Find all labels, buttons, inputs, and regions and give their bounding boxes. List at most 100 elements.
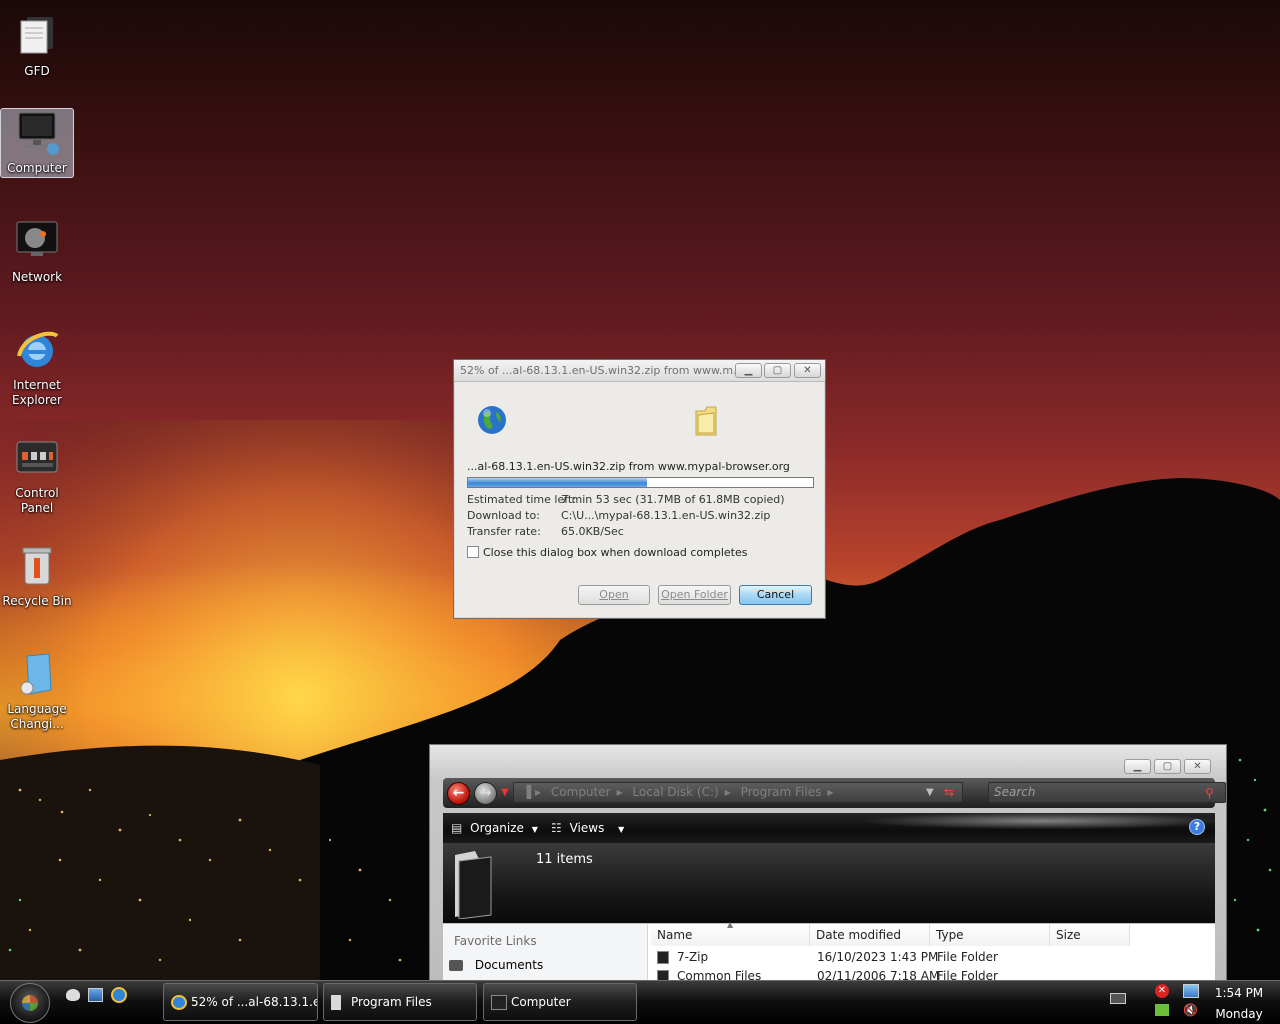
desktop-icon-control-panel[interactable]: Control Panel — [0, 434, 74, 516]
keyboard-icon[interactable] — [1110, 993, 1126, 1004]
transfer-rate-value: 65.0KB/Sec — [561, 525, 624, 538]
close-when-complete-checkbox[interactable] — [467, 546, 479, 558]
help-icon[interactable]: ? — [1189, 819, 1205, 835]
taskbar-button-label: Program Files — [351, 995, 432, 1009]
toolbar-highlight — [743, 813, 1215, 843]
taskbar-button-computer[interactable]: Computer — [483, 983, 637, 1021]
start-button[interactable] — [10, 983, 50, 1023]
language-changer-icon — [13, 650, 61, 698]
desktop-icon-network[interactable]: Network — [0, 218, 74, 285]
open-folder-button[interactable]: Open Folder — [658, 585, 731, 605]
taskbar-button-label: Computer — [511, 995, 571, 1009]
back-button[interactable]: ← — [447, 782, 470, 805]
column-type-label: Type — [936, 928, 964, 942]
quick-launch-switch-windows-icon[interactable] — [88, 988, 103, 1002]
globe-icon — [476, 404, 508, 436]
column-name-label: Name — [657, 928, 693, 942]
column-header-size[interactable]: Size — [1050, 924, 1130, 946]
folder-icon — [449, 849, 497, 920]
download-dialog: 52% of ...al-68.13.1.en-US.win32.zip fro… — [453, 359, 826, 619]
explorer-close-button[interactable]: ✕ — [1184, 759, 1211, 774]
views-label: Views — [569, 821, 605, 835]
taskbar: 52% of ...al-68.13.1.e... Program Files … — [0, 980, 1280, 1024]
minimize-button[interactable]: ▁ — [735, 363, 762, 378]
row-name: 7-Zip — [677, 950, 709, 964]
internet-explorer-icon — [13, 326, 61, 374]
favorite-link-documents[interactable]: Documents — [449, 958, 543, 972]
row-date: 16/10/2023 1:43 PM — [817, 950, 939, 964]
organize-label: Organize — [470, 821, 524, 835]
column-header-date-modified[interactable]: Date modified — [810, 924, 930, 946]
breadcrumb-item[interactable]: Program Files — [741, 785, 822, 799]
maximize-button[interactable]: ▢ — [764, 363, 791, 378]
sort-ascending-icon: ▲ — [727, 920, 734, 929]
desktop-icon-label: GFD — [24, 64, 50, 78]
content-area: Favorite Links Documents Name ▲ Date mod… — [443, 920, 1215, 981]
estimated-time-label: Estimated time left: — [467, 493, 576, 506]
desktop-icon-computer[interactable]: Computer — [0, 108, 74, 178]
folder-icon — [657, 951, 669, 964]
favorite-links-heading: Favorite Links — [454, 934, 537, 948]
estimated-time-value: 7 min 53 sec (31.7MB of 61.8MB copied) — [561, 493, 785, 506]
table-row[interactable]: 7-Zip 16/10/2023 1:43 PM File Folder — [651, 949, 1211, 967]
organize-button[interactable]: ▤ Organize ▼ — [451, 813, 538, 843]
open-button-label: Open — [599, 588, 629, 601]
quick-launch-show-desktop-icon[interactable] — [66, 989, 80, 1001]
recycle-bin-icon — [13, 542, 61, 590]
explorer-maximize-button[interactable]: ▢ — [1154, 759, 1181, 774]
breadcrumb-item[interactable]: Computer — [551, 785, 611, 799]
clock[interactable]: 1:54 PM Monday — [1204, 983, 1274, 1024]
desktop-icon-label: Computer — [7, 161, 67, 175]
download-dialog-titlebar[interactable]: 52% of ...al-68.13.1.en-US.win32.zip fro… — [454, 360, 825, 382]
computer-icon — [491, 995, 507, 1010]
folder-icon — [331, 995, 341, 1010]
taskbar-button-download[interactable]: 52% of ...al-68.13.1.e... — [163, 983, 318, 1021]
favorite-link-label: Documents — [474, 958, 544, 972]
explorer-minimize-button[interactable]: ▁ — [1124, 759, 1151, 774]
breadcrumb[interactable]: ▐ ▸ Computer ▸ Local Disk (C:) ▸ Program F… — [513, 782, 963, 803]
address-bar: ← → ▼ ▐ ▸ Computer ▸ Local Disk (C:) ▸ Pro… — [443, 778, 1226, 808]
forward-button[interactable]: → — [474, 782, 497, 805]
address-dropdown-icon[interactable]: ▼ — [926, 783, 934, 802]
desktop-icon-language-changer[interactable]: Language Changi... — [0, 650, 74, 732]
close-button[interactable]: ✕ — [794, 363, 821, 378]
item-count: 11 items — [536, 852, 593, 867]
clock-day: Monday — [1215, 1007, 1263, 1021]
search-input[interactable]: Search — [988, 782, 1226, 803]
column-date-label: Date modified — [816, 928, 902, 942]
chevron-right-icon[interactable]: ▸ — [725, 785, 731, 799]
navigation-pane: Favorite Links Documents — [443, 924, 648, 981]
clock-time: 1:54 PM — [1214, 986, 1264, 1000]
search-icon[interactable]: ⚲ — [1205, 786, 1214, 800]
folder-icon — [693, 405, 719, 437]
open-button[interactable]: Open — [578, 585, 650, 605]
chevron-right-icon[interactable]: ▸ — [617, 785, 623, 799]
breadcrumb-item[interactable]: Local Disk (C:) — [632, 785, 718, 799]
desktop-icon-label: Network — [11, 270, 63, 284]
desktop-icon-recycle-bin[interactable]: Recycle Bin — [0, 542, 74, 609]
column-header-type[interactable]: Type — [930, 924, 1050, 946]
row-type: File Folder — [937, 950, 998, 964]
download-progress-bar — [467, 477, 814, 488]
safely-remove-icon[interactable] — [1155, 1004, 1169, 1016]
desktop-icon-label: Language Changi... — [7, 702, 67, 731]
history-dropdown-icon[interactable]: ▼ — [501, 787, 509, 798]
column-size-label: Size — [1056, 928, 1081, 942]
refresh-icon[interactable]: ⇆ — [944, 783, 954, 802]
views-icon: ☷ — [551, 821, 562, 835]
close-when-complete-label[interactable]: Close this dialog box when download comp… — [483, 546, 747, 559]
download-dialog-title: 52% of ...al-68.13.1.en-US.win32.zip fro… — [460, 364, 744, 377]
internet-explorer-icon — [171, 995, 187, 1010]
volume-muted-icon[interactable]: 🔇 — [1183, 1003, 1199, 1017]
documents-icon — [449, 960, 463, 971]
cancel-button[interactable]: Cancel — [739, 585, 812, 605]
desktop-icon-gfd[interactable]: GFD — [0, 12, 74, 79]
chevron-right-icon[interactable]: ▸ — [827, 785, 833, 799]
security-alert-icon[interactable]: ✕ — [1155, 984, 1169, 998]
download-to-value: C:\U...\mypal-68.13.1.en-US.win32.zip — [561, 509, 771, 522]
network-tray-icon[interactable] — [1183, 984, 1199, 998]
quick-launch-internet-explorer-icon[interactable] — [111, 987, 127, 1003]
desktop-icon-internet-explorer[interactable]: Internet Explorer — [0, 326, 74, 408]
views-button[interactable]: ☷ Views ▼ — [551, 813, 624, 843]
taskbar-button-program-files[interactable]: Program Files — [323, 983, 477, 1021]
